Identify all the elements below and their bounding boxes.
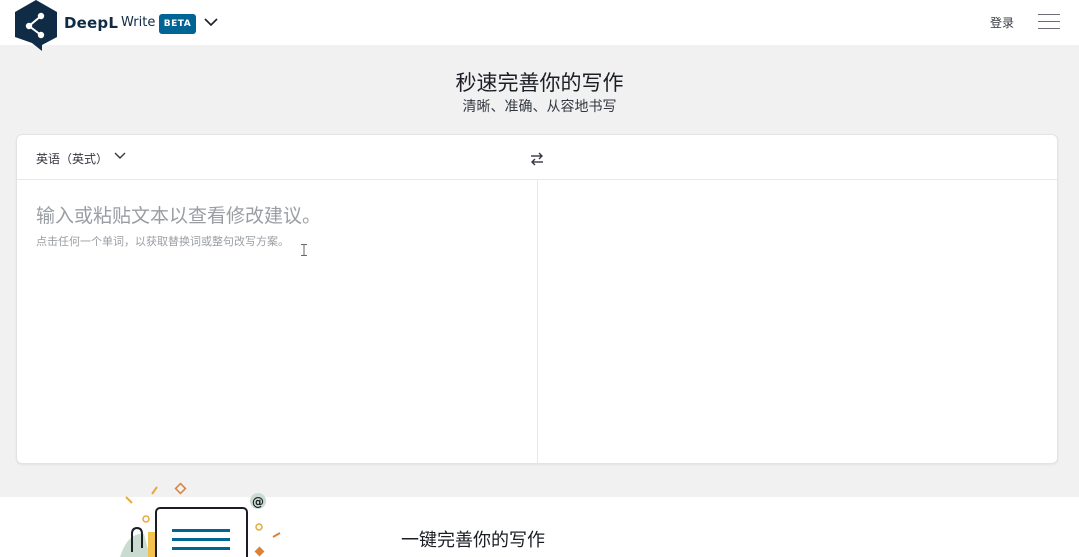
product-name[interactable]: Write bbox=[121, 15, 155, 30]
write-editor-card: 英语（英式） 输入或粘贴文本以查看修改建议。 点击任何一个单词，以获取替换词或整… bbox=[16, 134, 1058, 464]
writing-illustration: @ bbox=[120, 482, 281, 557]
page-subtitle: 清晰、准确、从容地书写 bbox=[462, 99, 617, 115]
language-selector[interactable]: 英语（英式） bbox=[36, 150, 108, 167]
chevron-down-icon[interactable] bbox=[203, 15, 219, 29]
swap-arrows-icon[interactable] bbox=[529, 152, 545, 166]
input-hint: 点击任何一个单词，以获取替换词或整句改写方案。 bbox=[36, 235, 289, 248]
feature-title: 一键完善你的写作 bbox=[401, 530, 545, 551]
page-title: 秒速完善你的写作 bbox=[455, 71, 624, 95]
output-text-area[interactable] bbox=[538, 180, 1057, 464]
deepl-logo[interactable] bbox=[15, 0, 57, 51]
hamburger-menu-icon[interactable] bbox=[1038, 14, 1060, 30]
text-cursor-icon bbox=[301, 244, 307, 256]
editor-toolbar: 英语（英式） bbox=[17, 135, 1057, 180]
svg-text:@: @ bbox=[252, 495, 264, 509]
chevron-down-icon[interactable] bbox=[114, 151, 126, 161]
input-placeholder[interactable]: 输入或粘贴文本以查看修改建议。 bbox=[36, 201, 321, 228]
top-nav-bar: DeepL Write BETA 登录 bbox=[0, 0, 1079, 51]
brand-name[interactable]: DeepL bbox=[64, 14, 118, 32]
beta-badge: BETA bbox=[159, 14, 196, 34]
login-link[interactable]: 登录 bbox=[990, 14, 1014, 31]
